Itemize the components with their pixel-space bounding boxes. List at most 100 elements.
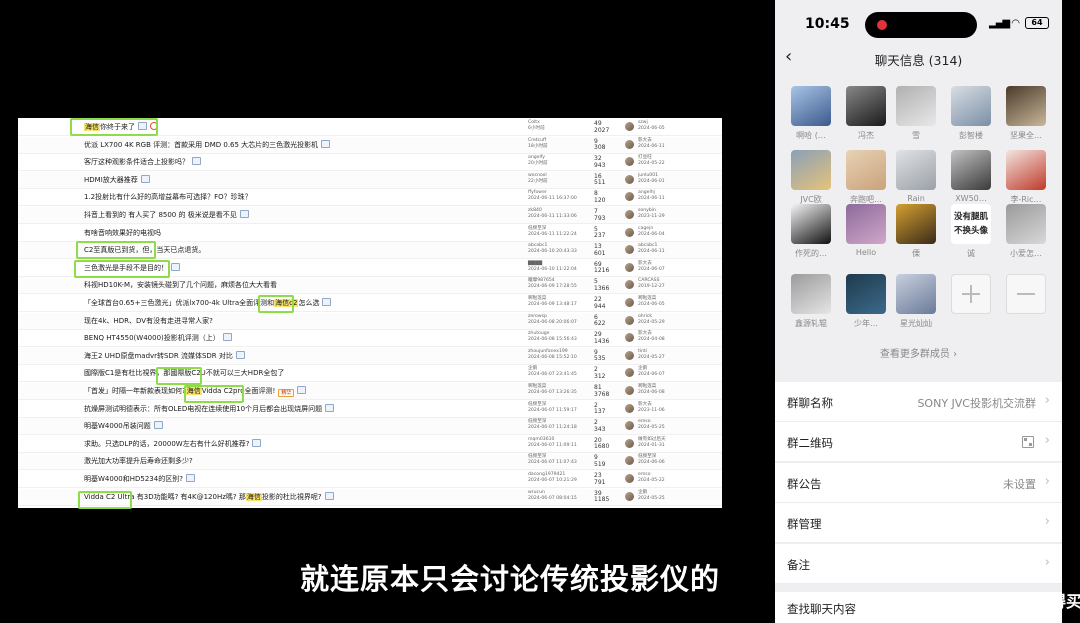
member-avatar-item[interactable]: Hello: [841, 204, 891, 270]
last-reply[interactable]: 企鹅 2024-05-25: [638, 490, 665, 502]
table-row[interactable]: 激光加大功率提升后寿命还剩多少? 低频至深 2024-06-07 11:07:43 9…: [18, 453, 722, 471]
member-avatar-item[interactable]: 啊哈 (…: [786, 86, 836, 152]
member-avatar-item[interactable]: 傈: [891, 204, 941, 270]
member-avatar-item[interactable]: 坚果全…: [1001, 86, 1051, 152]
thread-title[interactable]: HDMI放大器推荐: [84, 174, 150, 187]
thread-title[interactable]: 现在4k、HDR、DV有没有走进寻常人家?: [84, 315, 213, 328]
member-avatar-item[interactable]: 作死的…: [786, 204, 836, 270]
table-row[interactable]: 海信你终于来了 Coltx 6小时前 49 2027 szwj 2024-06-05: [18, 119, 722, 136]
last-reply[interactable]: 影大去 2023-11-06: [638, 402, 665, 414]
member-avatar-item[interactable]: 少年…: [841, 274, 891, 340]
group-name-cell[interactable]: 群聊名称 SONY JVC投影机交流群 ›: [775, 382, 1062, 422]
thread-author[interactable]: ▇▇▇▇ 2024-06-10 11:22:04: [528, 261, 577, 273]
table-row[interactable]: Vidda C2 Ultra 有3D功能嗎? 有4K@120Hz嗎? 那海信投影…: [18, 488, 722, 506]
table-row[interactable]: 明基W4000吊装问题 低频至深 2024-06-07 11:24:18 2 343 em…: [18, 418, 722, 436]
thread-author[interactable]: 低频至深 2024-06-07 11:59:17: [528, 402, 577, 414]
group-qr-cell[interactable]: 群二维码 ›: [775, 422, 1062, 462]
thread-title[interactable]: 「首发」时隔一年新款表现如何?海信Vidda C2pro全面评测! 精华: [84, 385, 307, 398]
thread-title[interactable]: 海王2 UHD原盘madvr转SDR 流媒体SDR 对比: [84, 350, 245, 363]
thread-title[interactable]: 1.2投射比有什么好的高增益幕布可选择？FO？珍珠？: [84, 191, 252, 204]
thread-author[interactable]: Cretcuff 18小时前: [528, 138, 548, 150]
member-avatar-item[interactable]: 彭智楼: [946, 86, 996, 152]
thread-title[interactable]: 抖音上看到的 有人买了 8500 的 极米说是看不见: [84, 209, 249, 222]
last-reply[interactable]: sonybin 2023-11-29: [638, 208, 665, 220]
thread-author[interactable]: 企鹅 2024-06-07 23:41:45: [528, 366, 577, 378]
thread-author[interactable]: wrucun 2024-06-07 08:04:15: [528, 490, 577, 502]
see-more-members-link[interactable]: 查看更多群成员 ›: [775, 345, 1062, 360]
group-notice-cell[interactable]: 群公告 未设置 ›: [775, 463, 1062, 503]
thread-title[interactable]: 明基W4000吊装问题: [84, 420, 163, 433]
last-reply[interactable]: 打豆旺 2024-05-22: [638, 155, 665, 167]
table-row[interactable]: BENQ HT4550(W4000)投影机评测（上） zhutouge 2024-0…: [18, 330, 722, 348]
thread-title[interactable]: 明基W4000和HD5234的区别?: [84, 473, 195, 486]
thread-author[interactable]: wocnoxl 22小时前: [528, 173, 548, 185]
thread-title[interactable]: 「全球首台0.65+三色激光」优派lx700-4k Ultra全面评测和海信c2…: [84, 297, 332, 310]
member-avatar-item[interactable]: 鑫源轧辊: [786, 274, 836, 340]
group-manage-cell[interactable]: 群管理 ›: [775, 503, 1062, 543]
last-reply[interactable]: 低频至深 2024-06-06: [638, 454, 665, 466]
last-reply[interactable]: abcabc1 2024-06-11: [638, 243, 665, 255]
thread-title[interactable]: BENQ HT4550(W4000)投影机评测（上）: [84, 332, 232, 345]
thread-author[interactable]: 瞳摩987654 2024-06-09 17:28:55: [528, 278, 577, 290]
member-avatar-item[interactable]: 星光灿灿: [891, 274, 941, 340]
thread-author[interactable]: zhutouge 2024-06-08 15:56:43: [528, 331, 577, 343]
last-reply[interactable]: emso 2024-05-25: [638, 419, 665, 431]
table-row[interactable]: 优派 LX700 4K RGB 评测：首款采用 DMD 0.65 大芯片的三色激…: [18, 136, 722, 154]
last-reply[interactable]: ohrick 2024-05-29: [638, 314, 665, 326]
last-reply[interactable]: 啊啦莲菜 2024-06-05: [638, 296, 665, 308]
remove-member-button[interactable]: [1001, 274, 1051, 340]
thread-author[interactable]: angelfy 20小时前: [528, 155, 548, 167]
last-reply[interactable]: 啊啦莲菜 2024-06-08: [638, 384, 665, 396]
last-reply[interactable]: tinti 2024-05-27: [638, 349, 665, 361]
thread-title[interactable]: 海信你终于来了: [84, 121, 158, 134]
thread-title[interactable]: 科视HD10K-M，安装镜头碰到了几个问题，麻烦各位大大看看: [84, 279, 277, 292]
thread-title[interactable]: 客厅这种观影条件适合上投影吗？: [84, 156, 201, 169]
thread-author[interactable]: 低频至深 2024-06-07 11:24:18: [528, 419, 577, 431]
thread-title[interactable]: 激光加大功率提升后寿命还剩多少?: [84, 455, 193, 468]
table-row[interactable]: HDMI放大器推荐 wocnoxl 22小时前 16 511 junlu001 2024-0…: [18, 171, 722, 189]
thread-title[interactable]: 求助。只选DLP的话，20000W左右有什么好机推荐?: [84, 438, 262, 451]
thread-title[interactable]: C2至真版已到货，但，当天已点退货。: [84, 244, 205, 257]
last-reply[interactable]: 企鹅 2024-06-07: [638, 366, 665, 378]
table-row[interactable]: 國際版C1是有杜比視界，那國際版C2U不就可以三大HDR全包了 企鹅 2024-06…: [18, 365, 722, 383]
table-row[interactable]: C2至真版已到货，但，当天已点退货。 abcabc1 2024-06-10 20:4…: [18, 242, 722, 260]
last-reply[interactable]: angelhj 2024-06-11: [638, 190, 665, 202]
table-row[interactable]: 客厅这种观影条件适合上投影吗？ angelfy 20小时前 32 943 打豆旺 2024-…: [18, 154, 722, 172]
table-row[interactable]: 1.2投射比有什么好的高增益幕布可选择？FO？珍珠？ ffyfower 2024-0…: [18, 189, 722, 207]
thread-title[interactable]: 优派 LX700 4K RGB 评测：首款采用 DMD 0.65 大芯片的三色激…: [84, 139, 331, 152]
last-reply[interactable]: CARCASS 2019-12-27: [638, 278, 665, 290]
table-row[interactable]: 现在4k、HDR、DV有没有走进寻常人家? zerowsp 2024-06-08 2…: [18, 312, 722, 330]
last-reply[interactable]: cagejn 2024-06-04: [638, 226, 665, 238]
table-row[interactable]: 抗燥屏测试明德表示：所有OLED电视在连续使用10个月后都会出现烧屏问题 低频至深…: [18, 401, 722, 418]
table-row[interactable]: 海王2 UHD原盘madvr转SDR 流媒体SDR 对比 zhoujunfanex…: [18, 347, 722, 365]
last-reply[interactable]: 影大去 2024-04-08: [638, 331, 665, 343]
last-reply[interactable]: 影大去 2024-06-11: [638, 138, 665, 150]
thread-author[interactable]: abcabc1 2024-06-10 20:43:33: [528, 243, 577, 255]
thread-title[interactable]: 三色激光是手段不是目的！: [84, 262, 180, 275]
thread-author[interactable]: Coltx 6小时前: [528, 120, 545, 132]
table-row[interactable]: 抖音上看到的 有人买了 8500 的 极米说是看不见 zk840 2024-06-1…: [18, 207, 722, 224]
last-reply[interactable]: 做有如过后天 2024-01-31: [638, 437, 666, 449]
thread-author[interactable]: ffyfower 2024-06-11 16:37:00: [528, 190, 577, 202]
table-row[interactable]: 「全球首台0.65+三色激光」优派lx700-4k Ultra全面评测和海信c2…: [18, 295, 722, 312]
last-reply[interactable]: 影大去 2024-06-07: [638, 261, 665, 273]
thread-title[interactable]: 國際版C1是有杜比視界，那國際版C2U不就可以三大HDR全包了: [84, 367, 284, 380]
thread-author[interactable]: zerowsp 2024-06-08 20:06:07: [528, 314, 577, 326]
thread-title[interactable]: Vidda C2 Ultra 有3D功能嗎? 有4K@120Hz嗎? 那海信投影…: [84, 491, 334, 504]
table-row[interactable]: 有啥音响效果好的电视吗 低频至深 2024-06-11 11:22:24 5 237 ca…: [18, 225, 722, 242]
thread-author[interactable]: zhoujunfanex199 2024-06-08 15:52:10: [528, 349, 577, 361]
thread-author[interactable]: 啊啦莲菜 2024-06-09 13:48:17: [528, 296, 577, 308]
thread-author[interactable]: mqm03610 2024-06-07 11:09:11: [528, 437, 577, 449]
table-row[interactable]: 科视HD10K-M，安装镜头碰到了几个问题，麻烦各位大大看看 瞳摩987654 20…: [18, 277, 722, 295]
member-avatar-item[interactable]: 小爱怎…: [1001, 204, 1051, 270]
thread-author[interactable]: dacong1979421 2024-06-07 10:21:29: [528, 472, 577, 484]
last-reply[interactable]: szwj 2024-06-05: [638, 120, 665, 132]
table-row[interactable]: 明基W4000和HD5234的区别? dacong1979421 2024-06-0…: [18, 471, 722, 488]
member-avatar-item[interactable]: 雪: [891, 86, 941, 152]
table-row[interactable]: 「首发」时隔一年新款表现如何?海信Vidda C2pro全面评测! 精华 啊啦莲菜 2…: [18, 383, 722, 400]
member-avatar-item[interactable]: XW50…: [946, 150, 996, 216]
thread-title[interactable]: 抗燥屏测试明德表示：所有OLED电视在连续使用10个月后都会出现烧屏问题: [84, 403, 335, 416]
last-reply[interactable]: emso 2024-05-22: [638, 472, 665, 484]
last-reply[interactable]: junlu001 2024-06-01: [638, 173, 665, 185]
add-member-button[interactable]: [946, 274, 996, 340]
